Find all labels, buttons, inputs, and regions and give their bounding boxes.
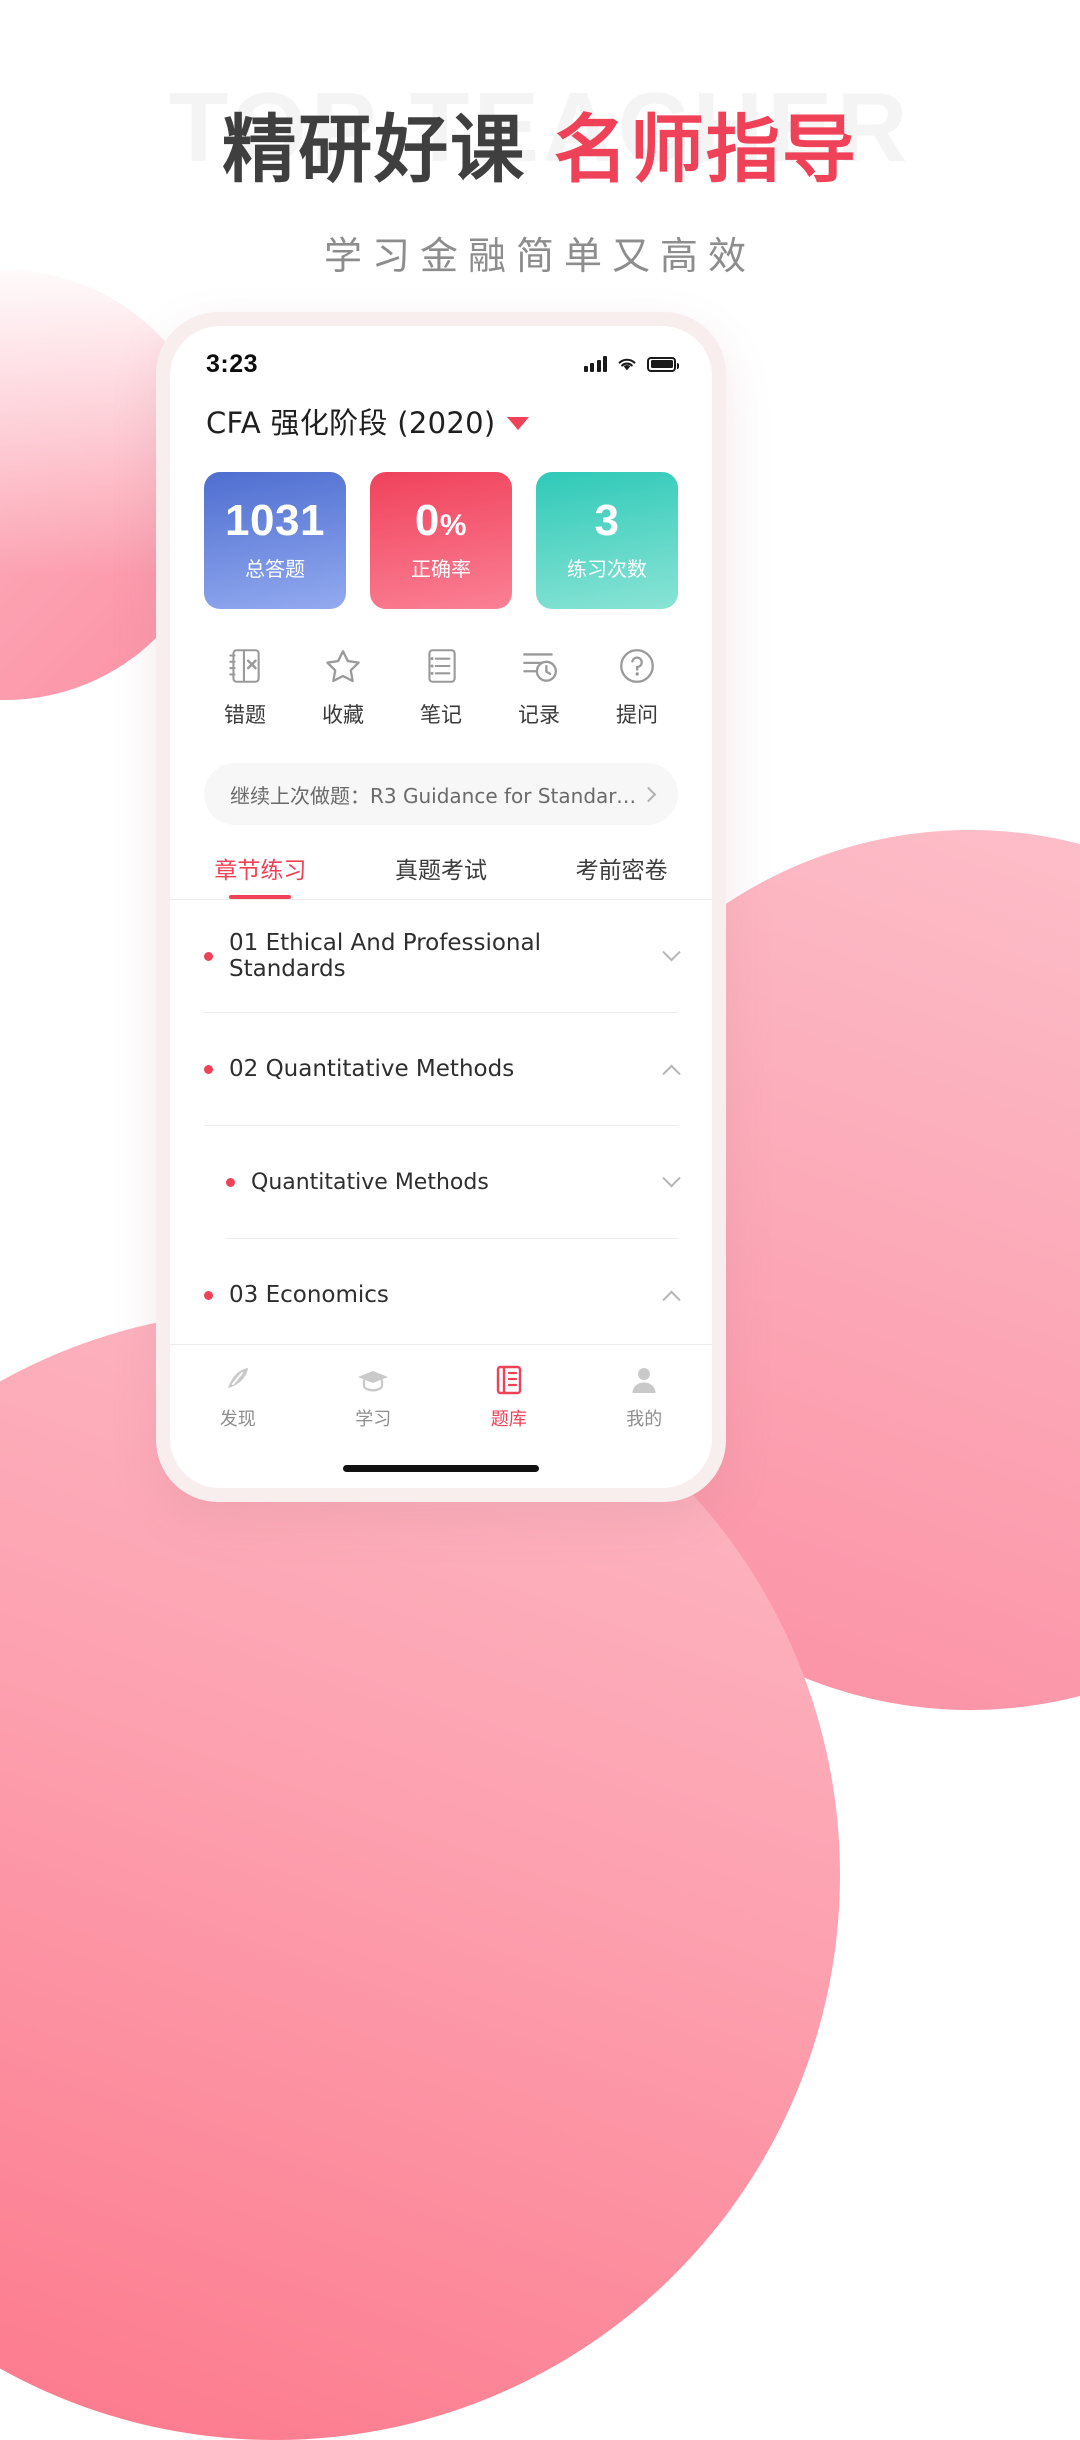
note-list-icon <box>428 649 456 683</box>
table-row[interactable]: Quantitative Methods <box>226 1126 681 1239</box>
quick-action-notes[interactable]: 笔记 <box>392 645 490 729</box>
promo-header: TOP TEACHER 精研好课 名师指导 学习金融简单又高效 <box>0 0 1080 280</box>
chapter-name: 02 Quantitative Methods <box>229 1056 515 1082</box>
wifi-icon <box>618 358 636 371</box>
course-selector[interactable]: CFA 强化阶段 (2020) <box>170 388 712 442</box>
status-time: 3:23 <box>206 349 259 378</box>
headline-primary: 精研好课 <box>222 107 554 193</box>
stat-card-total[interactable]: 1031 总答题 <box>204 472 346 609</box>
quick-action-history[interactable]: 记录 <box>490 645 588 729</box>
compass-discover-icon <box>227 1368 248 1388</box>
chevron-down-icon[interactable] <box>662 1168 681 1187</box>
home-indicator <box>170 1448 712 1488</box>
page-subtitle: 学习金融简单又高效 <box>323 234 756 279</box>
stat-card-accuracy[interactable]: 0% 正确率 <box>370 472 512 609</box>
question-bank-icon <box>496 1365 521 1395</box>
status-bar: 3:23 <box>170 326 712 388</box>
nav-label: 我的 <box>626 1409 663 1430</box>
stat-label: 练习次数 <box>567 557 647 581</box>
headline-accent: 名师指导 <box>553 107 858 193</box>
chevron-right-icon <box>640 786 657 802</box>
table-row[interactable]: 03 Economics <box>204 1239 681 1344</box>
page-title: 精研好课 名师指导 <box>0 107 1080 193</box>
practice-tabs: 章节练习 真题考试 考前密卷 <box>170 825 712 899</box>
nav-item-study[interactable]: 学习 <box>306 1362 442 1431</box>
tab-mock-papers[interactable]: 考前密卷 <box>531 851 712 899</box>
chapter-name: 03 Economics <box>229 1282 389 1308</box>
chevron-up-icon[interactable] <box>662 1290 681 1309</box>
quick-actions-row: 错题 收藏 笔记 记录 提问 <box>170 609 712 729</box>
quick-action-label: 错题 <box>224 703 266 727</box>
stat-card-sessions[interactable]: 3 练习次数 <box>536 472 678 609</box>
nav-item-profile[interactable]: 我的 <box>577 1362 713 1431</box>
wrong-questions-book-icon <box>229 649 260 683</box>
signal-bars-icon <box>583 356 607 372</box>
stat-value: 1031 <box>225 496 325 545</box>
nav-label: 发现 <box>219 1409 256 1430</box>
bottom-navigation: 发现 学习 题库 我的 <box>170 1344 712 1448</box>
stat-value: 0% <box>414 496 468 545</box>
phone-mockup: 3:23 CFA 强化阶段 (2020) 1031 总答题 0% 正确率 3 练… <box>156 312 726 1502</box>
nav-item-question-bank[interactable]: 题库 <box>441 1362 577 1431</box>
stats-row: 1031 总答题 0% 正确率 3 练习次数 <box>170 442 712 609</box>
battery-icon <box>647 356 679 372</box>
stat-value: 3 <box>594 496 620 545</box>
continue-value: R3 Guidance for Standards <box>370 783 637 808</box>
continue-banner[interactable]: 继续上次做题：R3 Guidance for Standards <box>204 763 678 825</box>
continue-label: 继续上次做题： <box>230 783 370 808</box>
stat-label: 总答题 <box>245 557 305 581</box>
question-mark-circle-icon <box>620 649 654 683</box>
phone-screen: 3:23 CFA 强化阶段 (2020) 1031 总答题 0% 正确率 3 练… <box>170 326 712 1488</box>
tab-chapter-practice[interactable]: 章节练习 <box>170 851 351 899</box>
quick-action-label: 记录 <box>518 703 560 727</box>
nav-label: 题库 <box>490 1409 527 1430</box>
quick-action-favorites[interactable]: 收藏 <box>294 645 392 729</box>
quick-action-label: 笔记 <box>420 703 462 727</box>
chevron-down-icon[interactable] <box>662 942 681 961</box>
tab-past-exams[interactable]: 真题考试 <box>351 851 532 899</box>
bullet-dot-icon <box>204 1290 213 1300</box>
person-icon <box>632 1368 656 1393</box>
graduation-cap-icon <box>358 1371 389 1392</box>
star-icon <box>326 650 360 683</box>
stat-label: 正确率 <box>411 557 471 581</box>
course-title: CFA 强化阶段 (2020) <box>206 406 496 440</box>
table-row[interactable]: 02 Quantitative Methods <box>204 1013 681 1126</box>
status-icons <box>583 356 679 372</box>
bullet-dot-icon <box>204 951 213 961</box>
bullet-dot-icon <box>204 1064 213 1074</box>
history-clock-icon <box>523 653 557 682</box>
nav-label: 学习 <box>355 1409 392 1430</box>
chapter-name: Quantitative Methods <box>251 1169 489 1195</box>
caret-down-icon[interactable] <box>507 416 530 430</box>
quick-action-ask[interactable]: 提问 <box>588 645 686 729</box>
quick-action-wrong-questions[interactable]: 错题 <box>196 645 294 729</box>
chapter-list[interactable]: 01 Ethical And Professional Standards 02… <box>170 900 712 1344</box>
chapter-name: 01 Ethical And Professional Standards <box>229 930 541 982</box>
quick-action-label: 收藏 <box>322 703 364 727</box>
bullet-dot-icon <box>226 1177 235 1187</box>
table-row[interactable]: 01 Ethical And Professional Standards <box>204 900 681 1013</box>
chevron-up-icon[interactable] <box>662 1064 681 1083</box>
nav-item-discover[interactable]: 发现 <box>170 1362 306 1431</box>
quick-action-label: 提问 <box>616 703 658 727</box>
continue-text: 继续上次做题：R3 Guidance for Standards <box>230 780 637 809</box>
